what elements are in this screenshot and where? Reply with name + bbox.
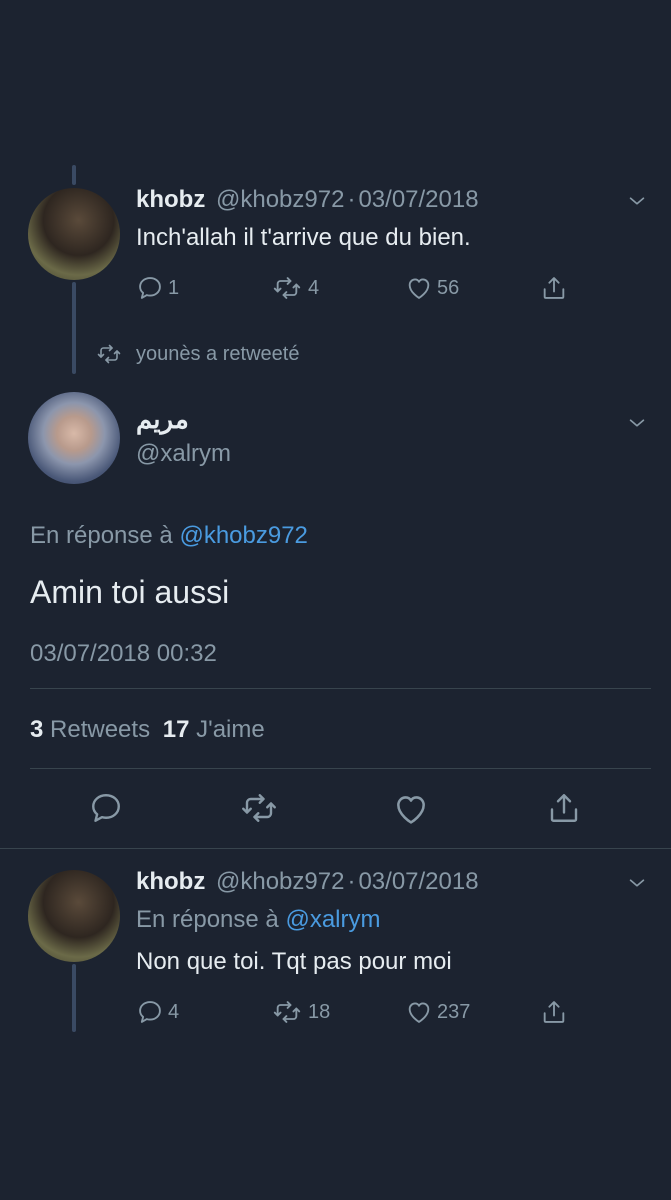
- separator: ·: [347, 868, 356, 895]
- likes-stat[interactable]: 17 J'aime: [163, 716, 265, 743]
- reply-icon: [136, 274, 164, 302]
- share-icon: [546, 790, 582, 826]
- chevron-down-icon[interactable]: [626, 190, 648, 217]
- tweet-timestamp: 03/07/2018 00:32: [30, 640, 217, 667]
- reply-icon: [88, 790, 124, 826]
- retweet-icon: [270, 274, 304, 302]
- avatar[interactable]: [28, 870, 120, 962]
- reply-to-link[interactable]: @xalrym: [285, 906, 380, 933]
- retweets-stat[interactable]: 3 Retweets: [30, 716, 157, 743]
- thread-line: [72, 964, 76, 1032]
- author-name[interactable]: مريم: [136, 404, 189, 435]
- reply-context: En réponse à @khobz972: [30, 522, 308, 550]
- reply-prefix: En réponse à: [136, 906, 279, 933]
- heart-icon: [405, 274, 433, 302]
- share-icon: [540, 274, 568, 302]
- share-icon: [540, 998, 568, 1026]
- author-handle[interactable]: @xalrym: [136, 440, 231, 468]
- tweet-text: Non que toi. Tqt pas pour moi: [136, 948, 452, 975]
- tweet-header: khobz @khobz972 · 03/07/2018: [136, 868, 479, 896]
- like-button[interactable]: 56: [405, 274, 459, 302]
- reply-button[interactable]: 1: [136, 274, 179, 302]
- retweet-notice-text: younès a retweeté: [136, 342, 300, 365]
- tweet-text: Amin toi aussi: [30, 574, 230, 610]
- like-total: 17: [162, 716, 190, 743]
- retweet-label: Retweets: [50, 716, 151, 743]
- retweet-button[interactable]: [238, 790, 284, 826]
- author-name[interactable]: khobz: [136, 186, 205, 213]
- reply-prefix: En réponse à: [30, 522, 173, 549]
- retweet-button[interactable]: 4: [270, 274, 319, 302]
- tweet-date: 03/07/2018: [358, 868, 479, 895]
- divider: [30, 768, 651, 769]
- heart-icon: [392, 790, 430, 828]
- retweet-button[interactable]: 18: [270, 998, 330, 1026]
- author-handle[interactable]: @khobz972: [216, 186, 344, 213]
- retweet-total: 3: [30, 716, 44, 743]
- like-count: 237: [437, 1000, 471, 1023]
- avatar[interactable]: [28, 188, 120, 280]
- like-label: J'aime: [196, 716, 265, 743]
- reply-count: 1: [168, 276, 180, 299]
- reply-button[interactable]: 4: [136, 998, 179, 1026]
- tweet-date: 03/07/2018: [358, 186, 479, 213]
- chevron-down-icon[interactable]: [626, 872, 648, 899]
- reply-count: 4: [168, 1000, 180, 1023]
- share-button[interactable]: [540, 998, 572, 1026]
- thread-line-top: [72, 165, 76, 185]
- reply-button[interactable]: [88, 790, 128, 826]
- tweet-header: khobz @khobz972 · 03/07/2018: [136, 186, 479, 214]
- retweet-icon: [96, 342, 122, 366]
- heart-icon: [405, 998, 433, 1026]
- retweet-icon: [238, 790, 280, 826]
- like-button[interactable]: [392, 790, 434, 828]
- thread-line: [72, 282, 76, 374]
- author-name[interactable]: khobz: [136, 868, 205, 895]
- share-button[interactable]: [546, 790, 586, 826]
- author-handle[interactable]: @khobz972: [216, 868, 344, 895]
- like-count: 56: [437, 276, 460, 299]
- retweet-count: 18: [308, 1000, 331, 1023]
- share-button[interactable]: [540, 274, 572, 302]
- like-button[interactable]: 237: [405, 998, 470, 1026]
- divider: [30, 688, 651, 689]
- chevron-down-icon[interactable]: [626, 412, 648, 439]
- reply-icon: [136, 998, 164, 1026]
- engagement-stats: 3 Retweets 17 J'aime: [30, 716, 265, 744]
- separator: ·: [347, 186, 356, 213]
- reply-context: En réponse à @xalrym: [136, 906, 380, 934]
- retweet-icon: [270, 998, 304, 1026]
- retweet-count: 4: [308, 276, 320, 299]
- avatar[interactable]: [28, 392, 120, 484]
- tweet-text: Inch'allah il t'arrive que du bien.: [136, 224, 471, 251]
- retweet-notice[interactable]: younès a retweeté: [96, 342, 299, 366]
- divider: [0, 848, 671, 849]
- reply-to-link[interactable]: @khobz972: [179, 522, 307, 549]
